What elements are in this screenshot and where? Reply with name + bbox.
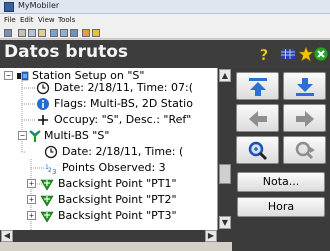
record-icon[interactable] <box>60 29 68 37</box>
tree-row-label: Backsight Point "PT1" <box>58 177 177 190</box>
tree-row-label: Flags: Multi-BS, 2D Statio <box>54 97 193 110</box>
back-button[interactable] <box>236 104 279 132</box>
svg-text:?: ? <box>260 46 269 62</box>
tree-row-label: Backsight Point "PT2" <box>58 193 177 206</box>
zoom-next-button[interactable] <box>283 136 326 164</box>
backsight-icon <box>40 209 54 223</box>
tree-row-label: Date: 2/18/11, Time: ( <box>62 145 184 158</box>
arrow-top-icon <box>248 78 267 96</box>
copy-icon[interactable] <box>28 29 36 37</box>
expand-expander[interactable]: + <box>27 179 36 188</box>
scroll-down-icon[interactable]: ▼ <box>219 216 231 229</box>
scroll-left-icon[interactable]: ◀ <box>1 230 13 242</box>
clock-icon <box>36 81 50 95</box>
cut-icon[interactable] <box>18 29 26 37</box>
expand-expander[interactable]: + <box>27 195 36 204</box>
number-icon: 123 <box>44 161 62 176</box>
collapse-expander[interactable]: − <box>18 131 27 140</box>
right-button-panel: Nota... Hora <box>232 68 330 251</box>
magnifier-icon <box>248 141 267 161</box>
menu-view[interactable]: View <box>38 16 55 24</box>
tree-row-label: Backsight Point "PT3" <box>58 209 177 222</box>
menu-bar: File Edit View Tools <box>0 14 330 27</box>
bottom-strip <box>0 242 232 251</box>
menu-tools[interactable]: Tools <box>58 16 75 24</box>
scroll-thumb[interactable] <box>219 164 231 184</box>
backsight-icon <box>40 193 54 207</box>
raw-data-tree[interactable]: − Station Setup on "S" Date: 2/18/11, Ti… <box>0 68 218 240</box>
arrow-bottom-icon <box>295 78 314 96</box>
capture-icon[interactable] <box>50 29 58 37</box>
tree-row-label: Multi-BS "S" <box>44 129 110 142</box>
note-button[interactable]: Nota... <box>237 172 325 192</box>
favorite-star-icon[interactable] <box>298 46 314 62</box>
backsight-icon <box>40 177 54 191</box>
scroll-up-icon[interactable]: ▲ <box>219 69 231 82</box>
plus-icon <box>36 113 50 127</box>
menu-edit[interactable]: Edit <box>20 16 34 24</box>
scroll-right-icon[interactable]: ▶ <box>205 230 217 242</box>
svg-text:3: 3 <box>52 168 56 175</box>
forward-button[interactable] <box>283 104 326 132</box>
screen-icon[interactable] <box>4 29 12 37</box>
move-top-button[interactable] <box>236 72 279 100</box>
horizontal-scrollbar[interactable]: ◀ ▶ <box>0 230 232 242</box>
paste-icon[interactable] <box>38 29 46 37</box>
antenna-icon <box>28 129 42 143</box>
close-icon[interactable] <box>313 46 329 62</box>
folder-icon[interactable] <box>82 29 90 37</box>
window-titlebar: MyMobiler <box>0 0 330 14</box>
zoom-button[interactable] <box>236 136 279 164</box>
page-title: Datos brutos <box>4 42 129 62</box>
magnifier-arrow-icon <box>295 141 315 160</box>
tree-row-label: Occupy: "S", Desc.: "Ref" <box>54 113 192 126</box>
tree-row-label: Date: 2/18/11, Time: 07:( <box>54 81 194 94</box>
app-icon <box>4 2 14 12</box>
window-title: MyMobiler <box>18 1 60 10</box>
clock-icon <box>44 145 58 159</box>
arrow-icon[interactable] <box>92 29 100 37</box>
menu-file[interactable]: File <box>4 16 16 24</box>
vertical-scrollbar[interactable]: ▲ ▼ <box>218 68 232 240</box>
station-icon <box>16 69 30 83</box>
arrow-right-icon <box>295 111 314 127</box>
help-icon[interactable]: ? <box>256 46 272 65</box>
info-icon <box>36 97 50 111</box>
grid-icon[interactable] <box>280 46 296 62</box>
tree-row-label: Points Observed: 3 <box>62 161 166 174</box>
arrow-left-icon <box>248 111 267 127</box>
expand-expander[interactable]: + <box>27 211 36 220</box>
mymobiler-toolbar <box>0 27 330 39</box>
page-header: Datos brutos ? <box>0 40 330 68</box>
move-bottom-button[interactable] <box>283 72 326 100</box>
collapse-expander[interactable]: − <box>4 71 13 80</box>
time-button[interactable]: Hora <box>237 197 325 217</box>
settings-icon[interactable] <box>70 29 78 37</box>
